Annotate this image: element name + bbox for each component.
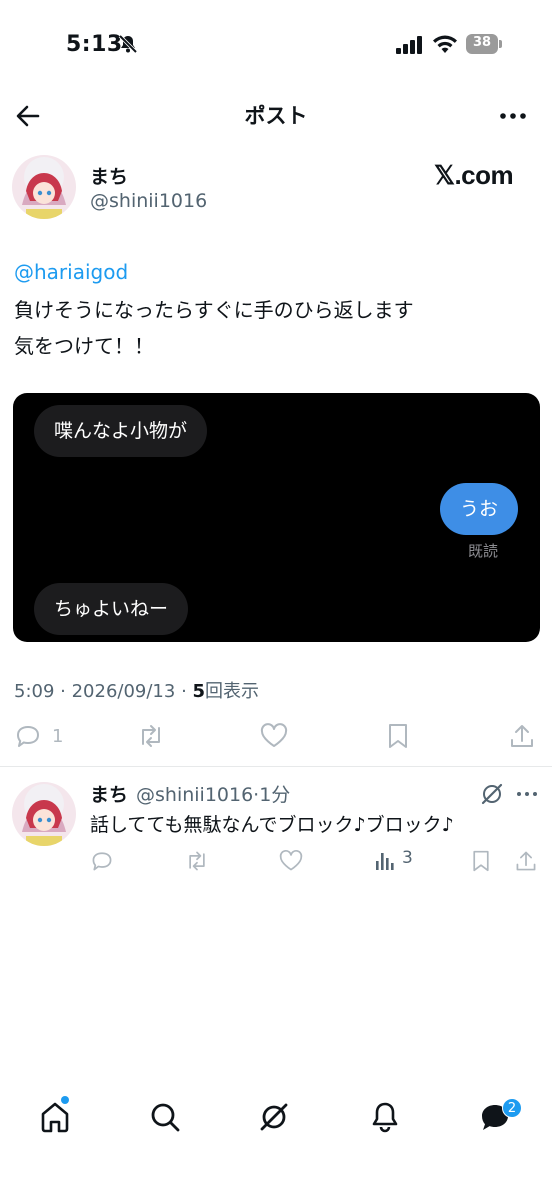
share-icon [516,851,536,871]
avatar[interactable] [12,782,76,846]
bell-muted-icon [118,34,138,58]
reply-actions: 3 [0,845,552,875]
wifi-icon [432,34,458,58]
reply-views-count: 3 [402,848,413,868]
views-count: 5 [192,681,206,702]
divider [0,766,552,767]
reply-more-button[interactable] [516,786,538,805]
reply-handle-time[interactable]: @shinii1016·1分 [136,780,290,807]
author-name[interactable]: まち [90,162,128,189]
views-icon[interactable] [374,849,396,875]
post-meta: 5:09 · 2026/09/13 · 5回表示 [14,681,260,702]
reply-button[interactable] [14,722,42,754]
bookmark-icon [473,850,489,872]
like-button[interactable] [259,722,289,754]
mention-link[interactable]: @hariaigod [14,260,128,284]
repost-icon [142,725,160,747]
x-com-watermark: 𝕏.com [434,160,514,190]
share-button[interactable] [508,722,536,754]
tab-notifications[interactable] [368,1100,402,1138]
reply-count: 1 [52,726,64,747]
post-time: 5:09 [14,681,55,702]
reply-text: 話してても無駄なんでブロック♪ブロック♪ [90,814,454,836]
messages-count-badge: 2 [502,1098,522,1118]
reply-author-name[interactable]: まち [90,780,128,807]
more-horizontal-icon [500,113,526,119]
heart-icon [260,723,288,747]
grok-icon[interactable] [480,782,504,810]
author-handle[interactable]: @shinii1016 [90,190,207,212]
bookmark-button[interactable] [385,722,411,754]
outgoing-chat-bubble: うお [439,483,518,535]
notification-dot [61,1096,69,1104]
post-image[interactable]: 喋んなよ小物が うお 既読 ちゅよいねー [13,393,540,642]
more-options-button[interactable] [498,102,528,130]
share-button[interactable] [514,849,538,877]
repost-icon [189,851,205,871]
post-text-line: 気をつけて！！ [14,334,154,358]
avatar[interactable] [12,155,76,219]
battery-level: 38 [472,35,492,50]
reply-button[interactable] [90,849,114,877]
post-date: 2026/09/13 [71,681,176,702]
search-icon [151,1103,180,1132]
reply-icon [17,726,39,747]
tab-search[interactable] [148,1100,182,1138]
battery-icon: 38 [466,34,502,54]
reply-icon [92,852,112,871]
post-text-line: 負けそうになったらすぐに手のひら返します [14,298,414,322]
repost-button[interactable] [184,849,210,877]
like-button[interactable] [278,849,304,877]
bookmark-button[interactable] [470,849,492,877]
bookmark-icon [389,724,407,748]
cellular-signal-icon [396,36,424,58]
tab-grok[interactable] [257,1100,291,1138]
page-title: ポスト [244,104,308,128]
incoming-chat-bubble: 喋んなよ小物が [34,405,208,457]
share-icon [511,725,533,747]
tab-home[interactable] [38,1100,72,1138]
status-time: 5:13 [66,32,123,57]
nav-header: ポスト [0,90,552,140]
views-label: 回表示 [205,681,260,702]
post-actions: 1 [0,718,552,758]
read-receipt: 既読 [467,542,498,560]
bell-icon [372,1102,398,1133]
repost-button[interactable] [136,722,166,754]
bottom-tab-bar: 2 [0,1090,552,1150]
incoming-chat-bubble: ちゅよいねー [34,583,189,635]
status-bar: 5:13 38 [0,0,552,80]
more-horizontal-icon [517,792,537,796]
grok-icon [260,1103,288,1131]
home-icon [41,1102,69,1133]
heart-icon [279,849,303,871]
